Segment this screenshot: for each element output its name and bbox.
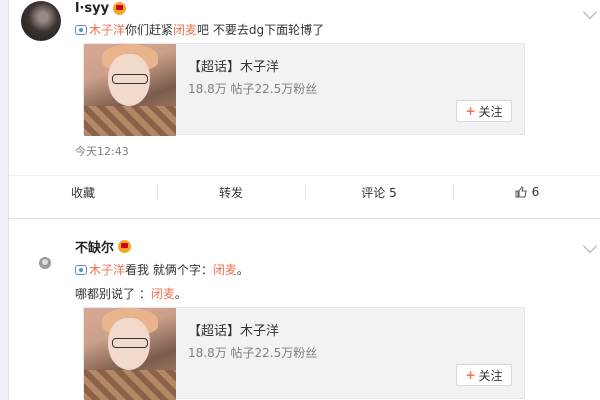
post-text-line: 哪都别说了 ：闭麦。 [75,285,187,302]
action-bar: 收藏 转发 评论 5 6 [9,175,600,207]
weibo-post-card: l·syy 木子洋你们赶紧闭麦吧 不要去dg下面轮博了 【超话】木子洋 18.8… [8,0,600,222]
topic-title[interactable]: 【超话】木子洋 [188,56,279,75]
avatar[interactable] [37,255,53,271]
highlight-text: 闭麦 [150,287,175,301]
text-segment: 。 [174,287,187,301]
super-topic-icon [75,25,87,35]
thumbs-up-icon [515,186,527,198]
super-topic-icon [75,265,87,275]
weibo-post-card: 不缺尔 木子洋看我 就俩个字：闭麦。 哪都别说了 ：闭麦。 【超话】木子洋 18… [8,218,600,400]
follow-label: 关注 [478,368,503,383]
username[interactable]: 不缺尔 [75,237,132,256]
super-topic-card[interactable]: 【超话】木子洋 18.8万 帖子22.5万粉丝 + 关注 [83,43,525,136]
plus-icon: + [465,104,476,118]
text-segment: 看我 就俩个字： [125,263,213,277]
super-topic-card[interactable]: 【超话】木子洋 18.8万 帖子22.5万粉丝 + 关注 [83,307,525,400]
follow-button[interactable]: + 关注 [456,364,512,386]
topic-link[interactable]: 木子洋 [89,23,125,37]
follow-label: 关注 [478,104,503,119]
crown-badge-icon [118,240,132,253]
topic-link[interactable]: 木子洋 [89,263,125,277]
username-text[interactable]: 不缺尔 [75,237,114,256]
topic-stats: 18.8万 帖子22.5万粉丝 [188,346,318,360]
avatar[interactable] [21,1,61,41]
follow-button[interactable]: + 关注 [456,100,512,122]
text-segment: 吧 不要去dg下面轮博了 [197,23,325,37]
highlight-text: 闭麦 [212,263,237,277]
topic-image [84,44,176,136]
plus-icon: + [465,368,476,382]
comment-button[interactable]: 评论 5 [305,176,453,208]
text-segment: 你们赶紧 [125,23,174,37]
chevron-down-icon[interactable] [582,238,598,254]
post-text-line: 木子洋看我 就俩个字：闭麦。 [75,261,249,278]
topic-title[interactable]: 【超话】木子洋 [188,320,279,339]
text-segment: 。 [236,263,249,277]
like-count: 6 [531,185,540,199]
chevron-down-icon[interactable] [582,4,598,20]
repost-label: 转发 [218,185,243,200]
favorite-label: 收藏 [70,185,95,200]
highlight-text: 闭麦 [173,23,198,37]
topic-stats: 18.8万 帖子22.5万粉丝 [188,82,318,96]
post-text: 木子洋你们赶紧闭麦吧 不要去dg下面轮博了 [75,21,324,38]
like-button[interactable]: 6 [453,176,600,208]
text-segment: 哪都别说了 ： [75,287,151,301]
username-text[interactable]: l·syy [75,1,109,16]
timestamp[interactable]: 今天12:43 [75,143,129,159]
crown-badge-icon [113,2,127,15]
repost-button[interactable]: 转发 [157,176,305,208]
topic-image [84,308,176,400]
favorite-button[interactable]: 收藏 [9,176,157,208]
username[interactable]: l·syy [75,1,127,16]
comment-label: 评论 5 [361,185,397,200]
